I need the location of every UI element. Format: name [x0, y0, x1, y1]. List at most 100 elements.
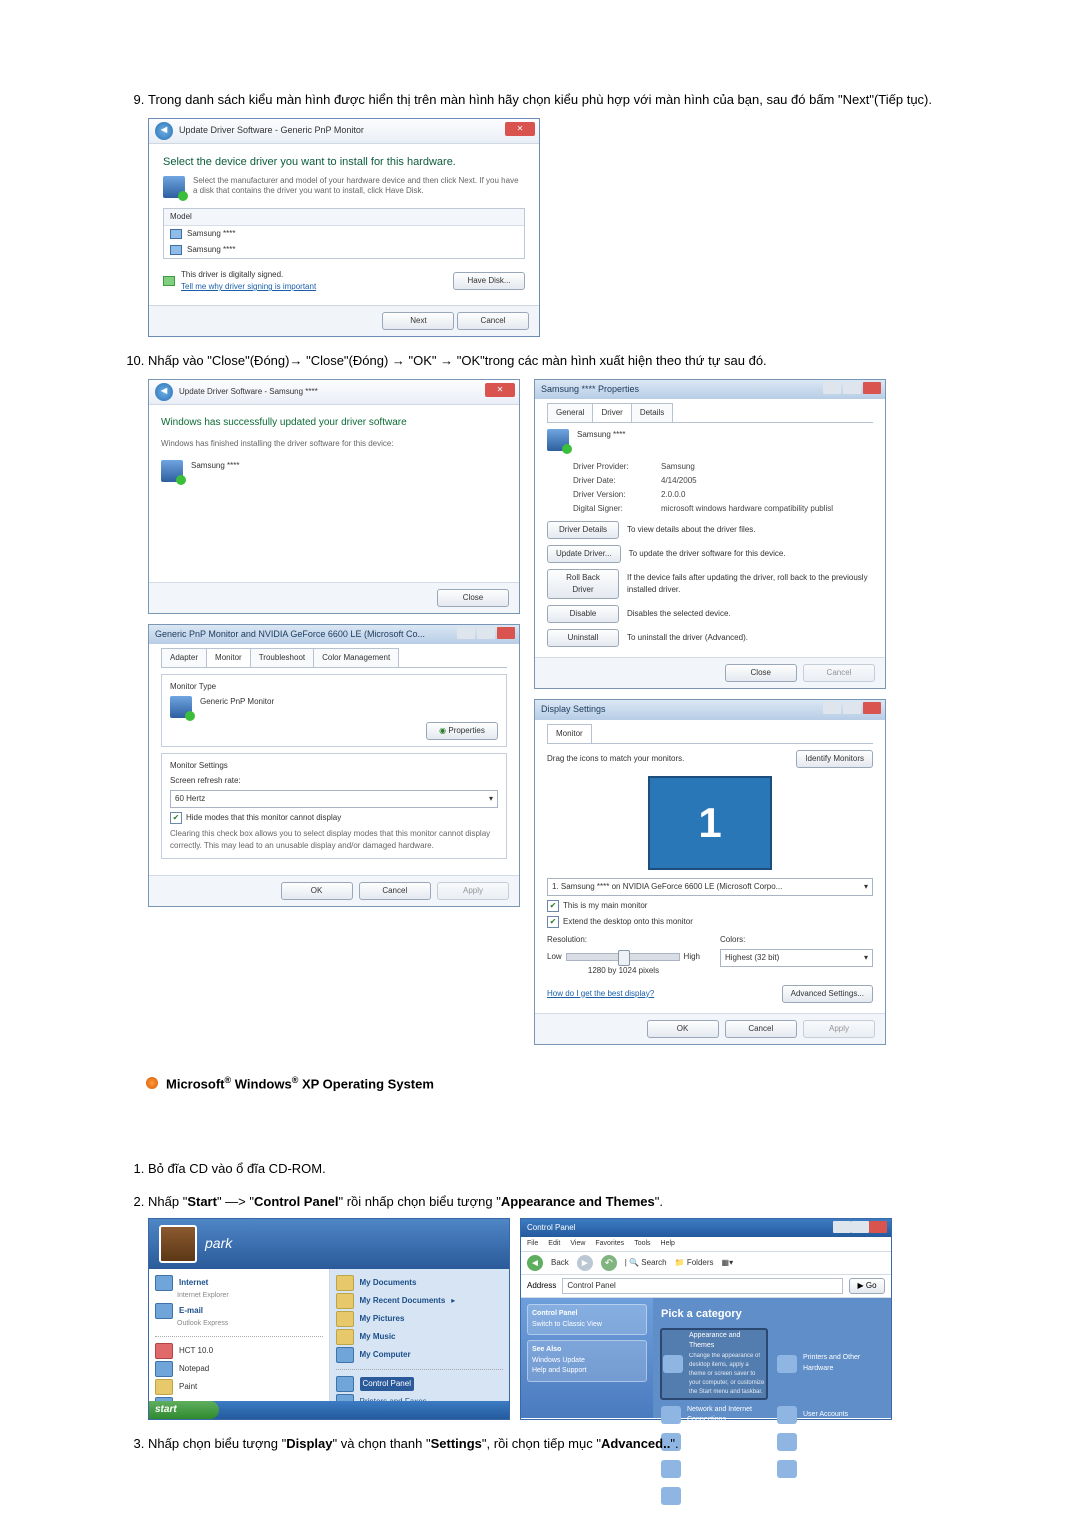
- help-link: How do I get the best display?: [547, 988, 654, 1000]
- start-item-highlight: Control Panel: [360, 1377, 414, 1391]
- close-button: Close: [437, 589, 509, 607]
- xp-start-menu-shot: park Internet Internet Explorer E-mail O…: [148, 1218, 510, 1420]
- min-icon: [823, 382, 841, 394]
- max-icon: [843, 702, 861, 714]
- category-label: Appearance and Themes: [689, 1331, 765, 1352]
- shield-icon: [163, 276, 175, 286]
- success-sub: Windows has finished installing the driv…: [161, 438, 507, 450]
- min-icon: [457, 627, 475, 639]
- up-icon: ↶: [601, 1255, 617, 1271]
- device-name: Samsung ****: [577, 429, 625, 441]
- apply-button: Apply: [803, 1020, 875, 1038]
- category-label: Accessibility Options: [803, 1464, 867, 1475]
- refresh-rate-label: Screen refresh rate:: [170, 775, 498, 787]
- res-low: Low: [547, 951, 562, 963]
- menu-tools: Tools: [634, 1239, 650, 1250]
- menu-help: Help: [661, 1239, 675, 1250]
- side-heading: See Also: [532, 1346, 561, 1353]
- window-title: Control Panel: [527, 1223, 575, 1232]
- window-title: Update Driver Software - Generic PnP Mon…: [179, 124, 364, 138]
- model-item: Samsung ****: [164, 226, 524, 242]
- ie-icon: [155, 1275, 173, 1291]
- tab-driver: Driver: [592, 403, 631, 422]
- window-title: Samsung **** Properties: [541, 384, 639, 394]
- side-heading: Control Panel: [532, 1310, 578, 1317]
- category-label: Date, Time, Language, and Regional Optio…: [803, 1432, 883, 1453]
- back-icon: ◄: [527, 1255, 543, 1271]
- kv-val: 4/14/2005: [661, 475, 873, 487]
- wizard-heading: Select the device driver you want to ins…: [163, 154, 525, 171]
- btn-desc: To update the driver software for this d…: [629, 548, 786, 560]
- btn-desc: To view details about the driver files.: [627, 524, 756, 536]
- hide-modes-checkbox: ✔: [170, 812, 182, 824]
- max-icon: [851, 1221, 869, 1233]
- printers-icon: [777, 1355, 797, 1373]
- advanced-button: Advanced Settings...: [782, 985, 873, 1003]
- disable-button: Disable: [547, 605, 619, 623]
- main-monitor-checkbox: ✔: [547, 900, 559, 912]
- cancel-button: Cancel: [359, 882, 431, 900]
- tab-adapter: Adapter: [161, 648, 207, 667]
- device-name: Samsung ****: [191, 460, 239, 472]
- category-label: Network and Internet Connections: [687, 1405, 767, 1426]
- side-link: Windows Update: [532, 1357, 585, 1364]
- res-high: High: [684, 951, 700, 963]
- start-item-sub: Internet Explorer: [177, 1291, 323, 1302]
- kv-val: Samsung: [661, 461, 873, 473]
- close-icon: [869, 1221, 887, 1233]
- app-icon: [155, 1343, 173, 1359]
- step-10-text: Nhấp vào "Close"(Đóng)→ "Close"(Đóng) → …: [148, 353, 767, 368]
- cancel-button: Cancel: [725, 1020, 797, 1038]
- monitor-settings-label: Monitor Settings: [170, 760, 498, 772]
- window-title: Update Driver Software - Samsung ****: [179, 386, 318, 398]
- cancel-button: Cancel: [803, 664, 875, 682]
- xp-heading-text: Microsoft® Windows® XP Operating System: [166, 1075, 434, 1091]
- folder-icon: [336, 1329, 354, 1345]
- colors-select: Highest (32 bit): [720, 949, 873, 967]
- notepad-icon: [155, 1361, 173, 1377]
- wizard-subtext: Select the manufacturer and model of you…: [193, 176, 525, 197]
- start-button: start: [149, 1401, 219, 1419]
- kv-key: Driver Date:: [573, 475, 653, 487]
- monitor-icon: [170, 245, 182, 255]
- driver-details-button: Driver Details: [547, 521, 619, 539]
- extend-checkbox: ✔: [547, 916, 559, 928]
- monitor-icon: [170, 229, 182, 239]
- min-icon: [833, 1221, 851, 1233]
- category-label: Performance and Maintenance: [687, 1486, 767, 1507]
- drag-label: Drag the icons to match your monitors.: [547, 753, 684, 765]
- success-heading: Windows has successfully updated your dr…: [161, 415, 507, 430]
- paint-icon: [155, 1379, 173, 1395]
- user-name: park: [205, 1233, 232, 1254]
- kv-val: microsoft windows hardware compatibility…: [661, 503, 873, 515]
- btn-desc: To uninstall the driver (Advanced).: [627, 632, 748, 644]
- window-title: Display Settings: [541, 704, 606, 714]
- identify-button: Identify Monitors: [796, 750, 873, 768]
- refresh-rate-select: 60 Hertz: [170, 790, 498, 808]
- xp-section-heading: Microsoft® Windows® XP Operating System: [146, 1075, 960, 1091]
- rollback-button: Roll Back Driver: [547, 569, 619, 599]
- bullet-icon: [146, 1077, 158, 1089]
- model-item-label: Samsung ****: [187, 244, 235, 256]
- monitor-icon: [547, 429, 569, 451]
- step10-shot-b: Samsung **** Properties General Driver D…: [534, 379, 886, 690]
- close-icon: [497, 627, 515, 639]
- back-icon: ◄: [155, 122, 173, 140]
- xp-step-2: Nhấp "Start" —> "Control Panel" rồi nhấp…: [148, 1194, 663, 1209]
- tab-troubleshoot: Troubleshoot: [250, 648, 314, 667]
- tab-color: Color Management: [313, 648, 399, 667]
- kv-val: 2.0.0.0: [661, 489, 873, 501]
- monitor-preview: 1: [648, 776, 772, 870]
- folder-icon: [336, 1311, 354, 1327]
- category-label: Add or Remove Programs: [687, 1432, 767, 1453]
- ok-button: OK: [647, 1020, 719, 1038]
- cancel-button: Cancel: [457, 312, 529, 330]
- back-icon: ◄: [155, 383, 173, 401]
- category-performance: Performance and Maintenance: [661, 1486, 767, 1507]
- why-signing-link: Tell me why driver signing is important: [181, 281, 316, 293]
- hardware-icon: [161, 460, 183, 482]
- start-item: Internet: [179, 1277, 208, 1289]
- extend-label: Extend the desktop onto this monitor: [563, 916, 693, 928]
- step10-shot-c: Generic PnP Monitor and NVIDIA GeForce 6…: [148, 624, 520, 908]
- window-title: Generic PnP Monitor and NVIDIA GeForce 6…: [155, 629, 425, 639]
